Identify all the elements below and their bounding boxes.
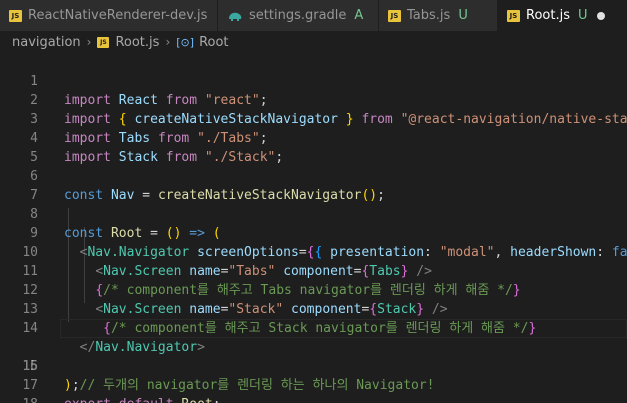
code-line: 7 bbox=[0, 167, 627, 203]
code-line: 3 import Tabs from "./Tabs"; bbox=[0, 91, 627, 146]
editor-tab-bar: JS ReactNativeRenderer-dev.js settings.g… bbox=[0, 0, 627, 31]
breadcrumb-folder[interactable]: navigation bbox=[12, 35, 81, 50]
tab-label: ReactNativeRenderer-dev.js bbox=[28, 8, 208, 23]
tab-reactnativerenderer-dev[interactable]: JS ReactNativeRenderer-dev.js bbox=[0, 0, 218, 31]
code-line: 17 export default Root; bbox=[0, 357, 627, 403]
code-line: 11 {/* component를 해주고 Tabs navigator를 렌더… bbox=[0, 243, 627, 298]
line-text: export default Root; bbox=[64, 395, 221, 403]
code-line: 1 import React from "react"; bbox=[0, 53, 627, 108]
code-line: 16 ); bbox=[0, 338, 627, 393]
code-line: 6 const Nav = createNativeStackNavigator… bbox=[0, 148, 627, 203]
breadcrumb-file[interactable]: Root.js bbox=[115, 35, 159, 50]
tab-label: Root.js bbox=[526, 8, 570, 23]
git-status-badge: U bbox=[577, 8, 588, 23]
chevron-right-icon: › bbox=[86, 35, 92, 49]
unsaved-dot-icon[interactable] bbox=[596, 11, 605, 20]
code-line: 12 <Nav.Screen name="Stack" component={S… bbox=[0, 262, 627, 317]
js-file-icon: JS bbox=[9, 9, 22, 22]
tab-label: Tabs.js bbox=[407, 8, 451, 23]
js-file-icon: JS bbox=[507, 9, 520, 22]
code-line: 18 bbox=[0, 376, 627, 403]
code-line: 9 <Nav.Navigator screenOptions={{ presen… bbox=[0, 205, 627, 260]
code-editor[interactable]: 1 import React from "react"; 2 import { … bbox=[0, 53, 627, 403]
code-line: 8 const Root = () => ( bbox=[0, 186, 627, 241]
chevron-right-icon: › bbox=[165, 35, 171, 49]
code-line-current: 15 // 두개의 navigator를 렌더링 하는 하나의 Navigato… bbox=[0, 319, 627, 393]
code-line: 2 import { createNativeStackNavigator } … bbox=[0, 72, 627, 127]
git-status-badge: U bbox=[458, 8, 468, 23]
js-file-icon: JS bbox=[97, 36, 110, 48]
code-line: 4 import Stack from "./Stack"; bbox=[0, 110, 627, 165]
tab-settings-gradle[interactable]: settings.gradle A bbox=[218, 0, 379, 31]
line-number: 18 bbox=[0, 395, 38, 403]
gradle-elephant-icon bbox=[229, 12, 242, 21]
code-line: 5 bbox=[0, 129, 627, 165]
tab-label: settings.gradle bbox=[249, 8, 347, 23]
code-line: 14 </Nav.Navigator> bbox=[0, 300, 627, 355]
js-file-icon: JS bbox=[388, 9, 401, 22]
tab-root-js[interactable]: JS Root.js U bbox=[498, 0, 627, 31]
current-line-highlight bbox=[60, 319, 627, 338]
tab-tabs-js[interactable]: JS Tabs.js U bbox=[379, 0, 498, 31]
breadcrumb-symbol[interactable]: Root bbox=[199, 35, 228, 50]
git-status-badge: A bbox=[354, 8, 364, 23]
code-line: 10 <Nav.Screen name="Tabs" component={Ta… bbox=[0, 224, 627, 279]
symbol-variable-icon: [⊙] bbox=[176, 35, 195, 49]
breadcrumb: navigation › JS Root.js › [⊙] Root bbox=[0, 31, 627, 53]
code-line: 13 {/* component를 해주고 Stack navigator를 렌… bbox=[0, 281, 627, 336]
